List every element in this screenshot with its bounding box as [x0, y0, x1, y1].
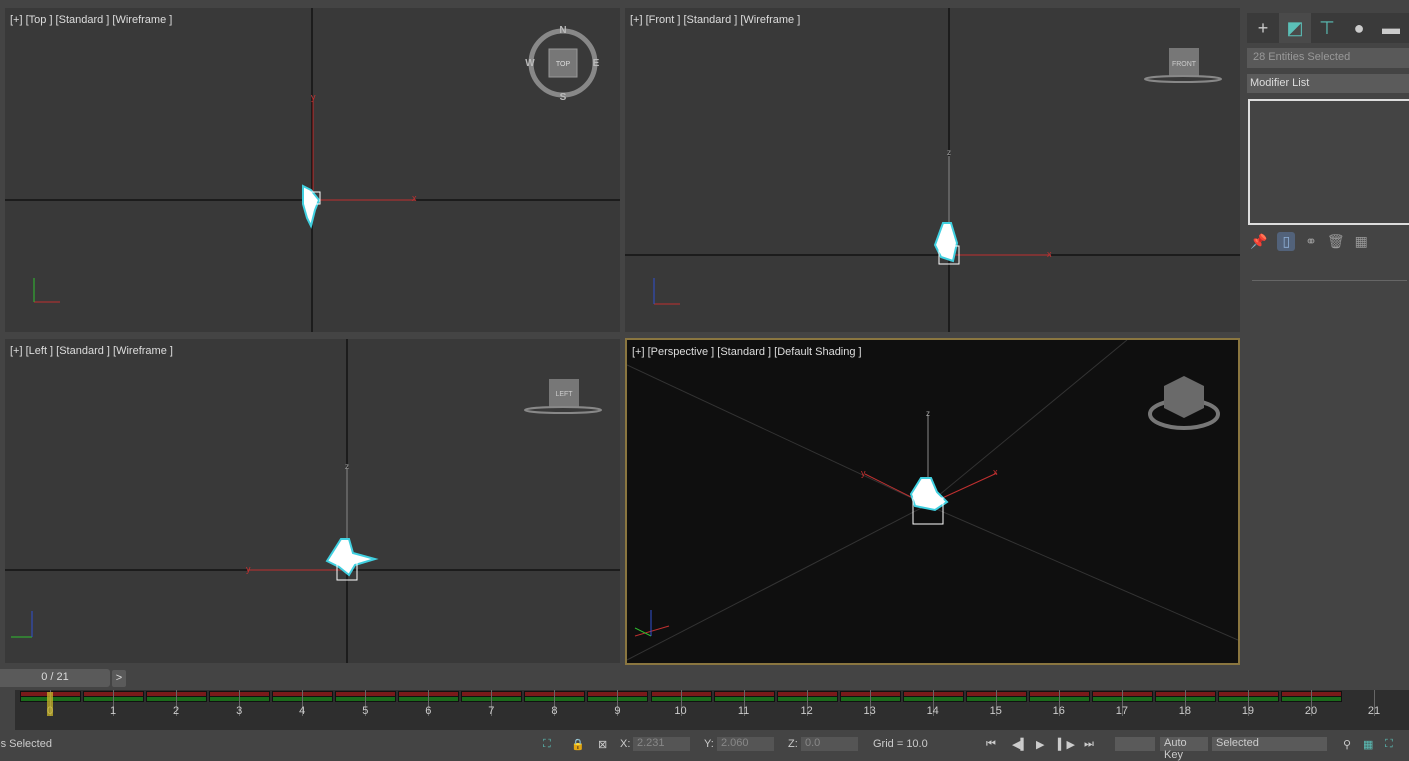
frame-label: 9 — [614, 705, 621, 717]
svg-text:x: x — [993, 467, 998, 477]
modifier-list-dropdown[interactable]: Modifier List — [1247, 74, 1409, 93]
frame-label: 14 — [926, 705, 939, 717]
previous-frame-icon[interactable]: ◀▍ — [1012, 738, 1029, 751]
viewport-perspective[interactable]: y x z [+] [Perspective ] [Standard ] [De… — [625, 338, 1240, 665]
modifier-stack[interactable] — [1248, 99, 1409, 225]
svg-text:x: x — [1047, 249, 1052, 259]
frame-label: 4 — [299, 705, 306, 717]
svg-text:TOP: TOP — [556, 61, 571, 68]
frame-label: 5 — [362, 705, 369, 717]
hierarchy-tab-icon[interactable]: ⊤ — [1311, 13, 1343, 43]
frame-label: 3 — [236, 705, 243, 717]
frame-label: 7 — [488, 705, 495, 717]
x-coordinate-field[interactable]: 2.231 — [633, 737, 690, 751]
frame-label: 15 — [989, 705, 1002, 717]
svg-text:y: y — [246, 564, 251, 574]
viewport-top-canvas: x y TOP N S E W — [5, 8, 620, 332]
svg-text:E: E — [593, 58, 600, 69]
next-frame-button[interactable]: > — [112, 670, 126, 687]
time-cursor[interactable] — [47, 692, 53, 716]
selection-status: Entities Selected — [0, 738, 52, 750]
y-axis-label: y — [311, 92, 316, 102]
frame-label: 19 — [1241, 705, 1255, 717]
svg-text:FRONT: FRONT — [1172, 61, 1197, 68]
frame-label: 10 — [674, 705, 687, 717]
command-panel: + ◩ ⊤ ● ▬ 28 Entities Selected Modifier … — [1244, 5, 1409, 665]
viewport-front-canvas: x z FRONT — [625, 8, 1240, 332]
svg-text:LEFT: LEFT — [555, 391, 573, 398]
svg-text:y: y — [861, 468, 866, 478]
grid-size: Grid = 10.0 — [873, 738, 928, 750]
zoom-icon[interactable]: ⚲ — [1343, 738, 1351, 751]
frame-label: 1 — [109, 705, 117, 717]
status-bar: Entities Selected ⛶ 🔒 ⊠ X: 2.231 Y: 2.06… — [0, 733, 1409, 761]
z-coordinate-field[interactable]: 0.0 — [801, 737, 858, 751]
viewport-front[interactable]: x z FRONT [+] [Front ] [Standard ] [Wire… — [625, 8, 1240, 332]
configure-modifier-sets-icon[interactable]: ▦ — [1355, 233, 1368, 250]
display-tab-icon[interactable]: ▬ — [1375, 13, 1407, 43]
key-filter-dropdown[interactable]: Selected — [1212, 737, 1327, 751]
frame-label: 13 — [863, 705, 876, 717]
viewport-left-canvas: y z LEFT — [5, 339, 620, 663]
set-key-button[interactable] — [1115, 737, 1155, 751]
selected-object — [909, 477, 949, 512]
y-coordinate-field[interactable]: 2.060 — [717, 737, 774, 751]
frame-label: 20 — [1304, 705, 1318, 717]
z-label: Z: — [788, 738, 798, 750]
motion-tab-icon[interactable]: ● — [1343, 13, 1375, 43]
viewport-label[interactable]: [+] [Perspective ] [Standard ] [Default … — [632, 346, 862, 358]
play-icon[interactable]: ▶ — [1036, 738, 1044, 751]
viewport-perspective-canvas: y x z — [627, 340, 1238, 661]
divider — [1252, 280, 1407, 281]
selection-name-field[interactable]: 28 Entities Selected — [1247, 48, 1409, 68]
frame-label: 12 — [800, 705, 813, 717]
create-tab-icon[interactable]: + — [1247, 13, 1279, 43]
viewport-label[interactable]: [+] [Front ] [Standard ] [Wireframe ] — [630, 14, 800, 26]
goto-start-icon[interactable]: ⏮ — [986, 738, 996, 751]
viewport-top[interactable]: x y TOP N S E W [+] [Top ] [Standard ] [… — [5, 8, 620, 332]
viewport-label[interactable]: [+] [Top ] [Standard ] [Wireframe ] — [10, 14, 172, 26]
make-unique-icon[interactable]: ⚭ — [1305, 233, 1317, 250]
pin-stack-icon[interactable]: 📌 — [1250, 233, 1267, 250]
time-slider[interactable]: 0 / 21 — [0, 669, 110, 687]
viewport-label[interactable]: [+] [Left ] [Standard ] [Wireframe ] — [10, 345, 173, 357]
svg-text:S: S — [560, 92, 567, 103]
frame-label: 6 — [425, 705, 432, 717]
goto-end-icon[interactable]: ⏭ — [1084, 738, 1094, 751]
frame-label: 16 — [1052, 705, 1065, 717]
frame-label: 18 — [1178, 705, 1192, 717]
svg-text:W: W — [525, 58, 535, 69]
frame-label: 17 — [1115, 705, 1128, 717]
viewport-left[interactable]: y z LEFT [+] [Left ] [Standard ] [Wirefr… — [5, 339, 620, 663]
svg-text:z: z — [926, 409, 930, 418]
remove-modifier-icon[interactable]: 🗑 — [1327, 233, 1345, 250]
show-end-result-icon[interactable]: ▯ — [1277, 232, 1296, 251]
isolate-icon[interactable]: ⛶ — [543, 738, 551, 751]
svg-text:N: N — [559, 25, 566, 36]
frame-label: 21 — [1367, 705, 1381, 717]
modify-tab-icon[interactable]: ◩ — [1279, 13, 1311, 43]
maximize-viewport-icon[interactable]: ⛶ — [1385, 738, 1393, 751]
y-label: Y: — [704, 738, 714, 750]
x-axis-label: x — [412, 193, 417, 203]
absolute-mode-icon[interactable]: ⊠ — [598, 738, 607, 751]
svg-text:z: z — [947, 148, 951, 157]
command-panel-tabs: + ◩ ⊤ ● ▬ — [1247, 13, 1409, 43]
frame-label: 2 — [173, 705, 180, 717]
stack-tools: 📌 ▯ ⚭ 🗑 ▦ — [1250, 232, 1368, 251]
x-label: X: — [620, 738, 631, 750]
next-frame-icon[interactable]: ▍▶ — [1058, 738, 1075, 751]
lock-icon[interactable]: 🔒 — [571, 738, 585, 751]
svg-text:z: z — [345, 462, 349, 471]
frame-label: 8 — [551, 705, 558, 717]
zoom-extents-icon[interactable]: ▦ — [1363, 738, 1373, 751]
timeline-track[interactable]: 0123456789101112131415161718192021 — [15, 690, 1409, 730]
auto-key-button[interactable]: Auto Key — [1160, 737, 1208, 761]
frame-label: 11 — [737, 705, 750, 717]
